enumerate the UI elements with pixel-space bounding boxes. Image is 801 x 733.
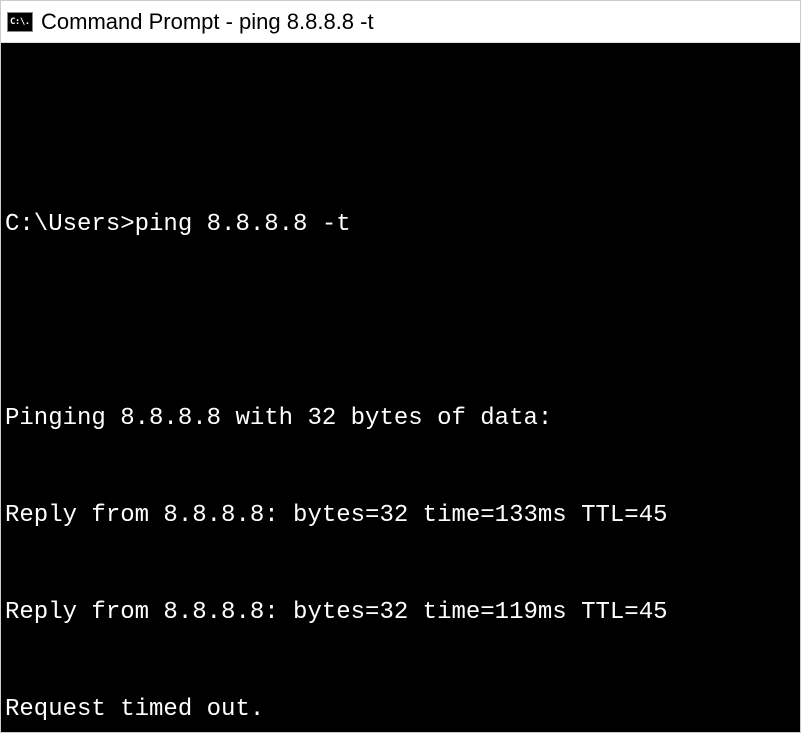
ping-header: Pinging 8.8.8.8 with 32 bytes of data: xyxy=(5,403,800,435)
cmd-icon: C:\. xyxy=(7,12,33,32)
blank-line xyxy=(5,306,800,338)
command-prompt-window: C:\. Command Prompt - ping 8.8.8.8 -t C:… xyxy=(0,0,801,733)
titlebar[interactable]: C:\. Command Prompt - ping 8.8.8.8 -t xyxy=(1,1,800,43)
terminal-output[interactable]: C:\Users>ping 8.8.8.8 -t Pinging 8.8.8.8… xyxy=(1,43,800,732)
ping-reply-line: Reply from 8.8.8.8: bytes=32 time=119ms … xyxy=(5,597,800,629)
ping-timeout-line: Request timed out. xyxy=(5,694,800,726)
cmd-icon-text: C:\. xyxy=(10,17,30,27)
blank-line xyxy=(5,112,800,144)
window-title: Command Prompt - ping 8.8.8.8 -t xyxy=(41,9,374,35)
prompt-line: C:\Users>ping 8.8.8.8 -t xyxy=(5,209,800,241)
ping-reply-line: Reply from 8.8.8.8: bytes=32 time=133ms … xyxy=(5,500,800,532)
